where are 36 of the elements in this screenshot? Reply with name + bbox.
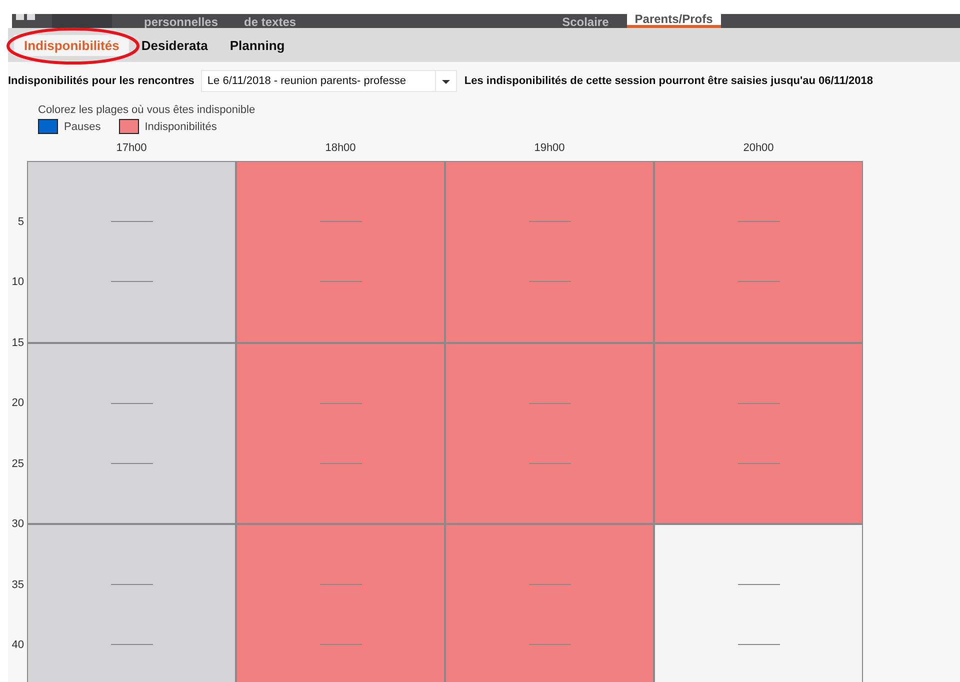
time-slot[interactable]: [654, 342, 863, 524]
tab[interactable]: Planning: [220, 34, 295, 56]
time-slot[interactable]: [236, 161, 445, 342]
time-slot[interactable]: [654, 524, 863, 682]
minute-label: 10: [12, 276, 24, 288]
hour-header: 20h00: [742, 142, 775, 156]
minute-label: 40: [12, 639, 24, 651]
minute-label: 35: [12, 578, 24, 590]
time-slot[interactable]: [236, 342, 445, 524]
nav-panel: [52, 14, 112, 28]
minute-label: 20: [12, 397, 24, 409]
hour-header: 17h00: [115, 142, 148, 156]
legend-hint: Colorez les plages où vous êtes indisponible: [38, 104, 256, 116]
hour-header: 18h00: [324, 142, 357, 156]
nav-tab[interactable]: Scolaire: [554, 14, 617, 28]
nav-tab[interactable]: de textes: [236, 14, 304, 28]
legend-label: Pauses: [64, 120, 101, 132]
tab[interactable]: Desiderata: [131, 34, 218, 56]
minute-label: 15: [12, 336, 24, 348]
time-slot[interactable]: [445, 161, 654, 342]
time-slot[interactable]: [445, 342, 654, 524]
minute-label: 30: [12, 518, 24, 530]
minute-label: 25: [12, 458, 24, 470]
session-label: Indisponibilités pour les rencontres: [8, 75, 194, 87]
time-slot[interactable]: [236, 524, 445, 682]
session-dropdown[interactable]: Le 6/11/2018 - reunion parents- professe: [201, 70, 458, 92]
minute-label: 5: [18, 216, 24, 228]
session-deadline: Les indisponibilités de cette session pourront être saisies jusqu'au 06/11/2018: [464, 75, 873, 87]
legend-swatch[interactable]: [38, 119, 58, 134]
time-slot[interactable]: [654, 161, 863, 342]
hour-header: 19h00: [533, 142, 566, 156]
legend-label: Indisponibilités: [144, 120, 217, 132]
legend-swatch[interactable]: [118, 119, 139, 134]
grid-icon[interactable]: [16, 14, 36, 20]
nav-tab[interactable]: Parents/Profs: [626, 14, 721, 28]
time-slot[interactable]: [445, 524, 654, 682]
